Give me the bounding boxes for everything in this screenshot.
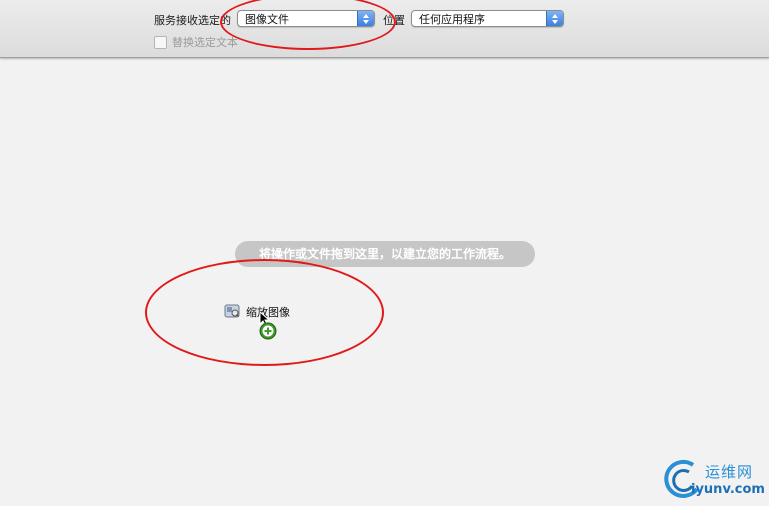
watermark-domain: iyunv.com [691,482,765,497]
workflow-canvas[interactable] [0,58,769,506]
chevron-updown-icon [357,11,374,26]
location-value: 任何应用程序 [419,13,485,26]
automator-action-icon [224,304,240,318]
plus-circle-icon [259,322,277,340]
input-type-value: 图像文件 [245,13,289,26]
workflow-drop-hint: 将操作或文件拖到这里，以建立您的工作流程。 [235,241,535,267]
watermark-name: 运维网 [705,463,754,481]
service-toolbar: 服务接收选定的 图像文件 位置 任何应用程序 替换选定文本 [0,0,769,58]
input-type-popup[interactable]: 图像文件 [237,10,375,27]
watermark: 运维网 iyunv.com [663,457,767,503]
service-receives-label: 服务接收选定的 [154,14,231,27]
replace-selected-checkbox[interactable] [154,36,167,49]
replace-selected-label: 替换选定文本 [172,36,238,49]
location-popup[interactable]: 任何应用程序 [411,10,564,27]
location-label: 位置 [383,14,405,27]
chevron-updown-icon [546,11,563,26]
